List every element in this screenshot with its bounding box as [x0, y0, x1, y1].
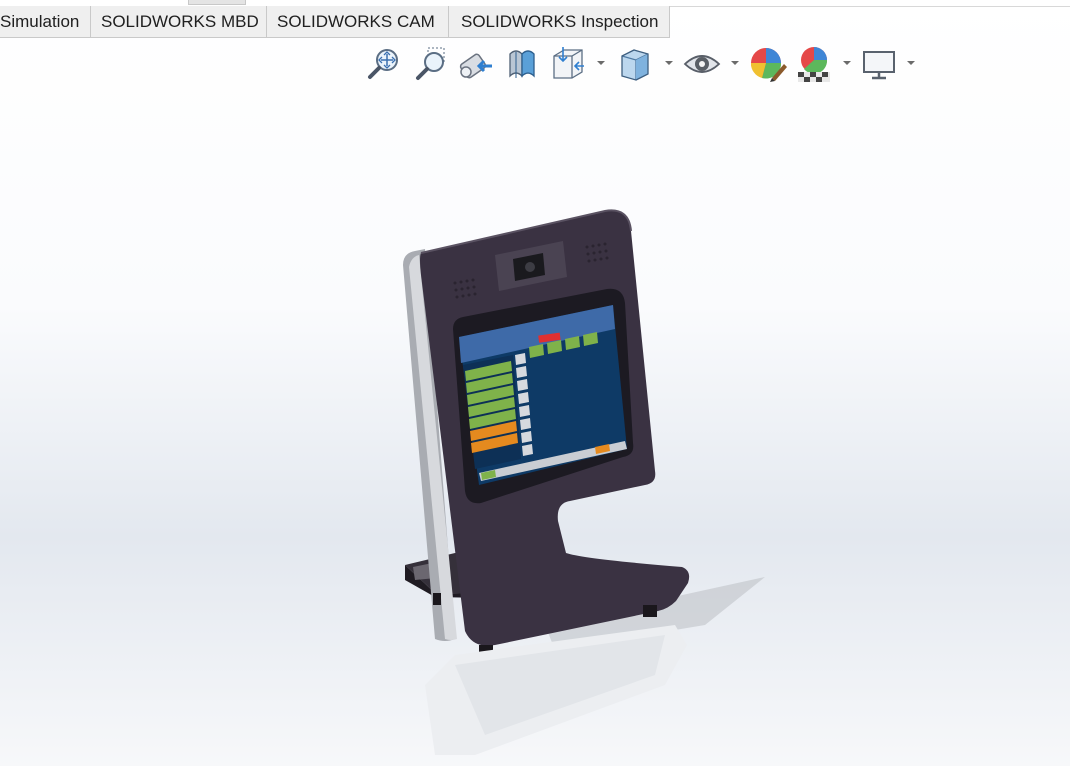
- hide-show-dropdown-icon[interactable]: [728, 56, 742, 70]
- kiosk-terminal-model[interactable]: ▇▇▇▇: [395, 205, 775, 665]
- view-orientation-icon[interactable]: [548, 44, 588, 84]
- view-orientation-dropdown-icon[interactable]: [594, 56, 608, 70]
- apply-scene-dropdown-icon[interactable]: [840, 56, 854, 70]
- tab-solidworks-cam[interactable]: SOLIDWORKS CAM: [266, 6, 449, 38]
- apply-scene-icon[interactable]: [794, 44, 834, 84]
- display-style-dropdown-icon[interactable]: [662, 56, 676, 70]
- display-style-icon[interactable]: [616, 44, 656, 84]
- view-settings-icon[interactable]: [860, 44, 900, 84]
- section-view-icon[interactable]: [502, 44, 542, 84]
- previous-view-icon[interactable]: [456, 44, 496, 84]
- tab-solidworks-inspection[interactable]: SOLIDWORKS Inspection: [448, 6, 670, 38]
- view-settings-dropdown-icon[interactable]: [904, 56, 918, 70]
- active-ribbon-tab-indicator: [188, 0, 246, 5]
- zoom-to-area-icon[interactable]: [410, 44, 450, 84]
- tab-simulation[interactable]: Simulation: [0, 6, 91, 38]
- edit-appearance-icon[interactable]: [748, 44, 788, 84]
- command-manager-tabs: Simulation SOLIDWORKS MBD SOLIDWORKS CAM…: [0, 6, 1070, 38]
- hide-show-items-icon[interactable]: [682, 44, 722, 84]
- model-floor-reflection: [415, 615, 715, 766]
- zoom-to-fit-icon[interactable]: [364, 44, 404, 84]
- tab-solidworks-mbd[interactable]: SOLIDWORKS MBD: [90, 6, 267, 38]
